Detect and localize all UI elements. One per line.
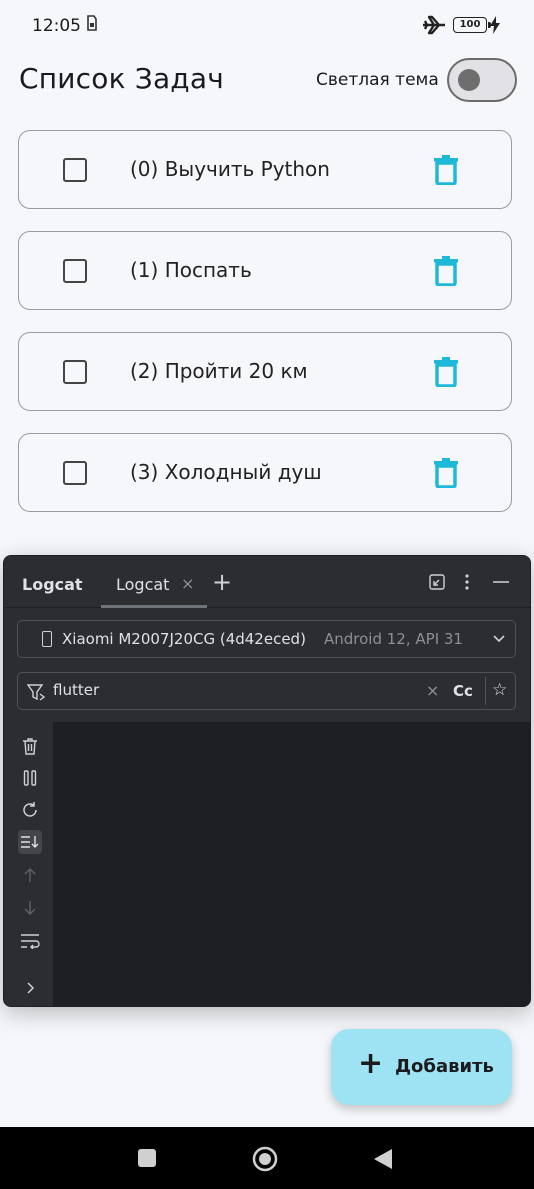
task-card: (2) Пройти 20 км xyxy=(18,332,512,411)
charging-icon xyxy=(490,16,500,34)
page-title: Список Задач xyxy=(19,62,224,95)
task-label: (0) Выучить Python xyxy=(130,157,330,181)
task-label: (2) Пройти 20 км xyxy=(130,359,308,383)
logcat-header: Logcat Logcat × + xyxy=(4,556,530,608)
task-label: (3) Холодный душ xyxy=(130,460,322,484)
minimize-icon[interactable] xyxy=(492,573,510,591)
logcat-toolbar xyxy=(4,722,53,1006)
divider xyxy=(485,677,486,705)
home-icon[interactable] xyxy=(252,1146,278,1172)
scroll-to-end-icon[interactable] xyxy=(18,830,42,854)
delete-icon[interactable] xyxy=(432,155,460,185)
task-card: (0) Выучить Python xyxy=(18,130,512,209)
theme-switch-label: Светлая тема xyxy=(316,70,439,90)
arrow-down-icon[interactable] xyxy=(18,896,42,920)
airplane-mode-icon xyxy=(423,15,445,35)
app-bar: Список Задач Светлая тема xyxy=(0,52,534,108)
logcat-title: Logcat xyxy=(22,575,83,594)
recents-icon[interactable] xyxy=(137,1148,157,1168)
task-checkbox[interactable] xyxy=(63,360,87,384)
phone-icon xyxy=(42,631,52,647)
logcat-tab-label: Logcat xyxy=(116,575,170,594)
status-time: 12:05 xyxy=(32,16,81,36)
filter-input[interactable]: flutter × Cc ☆ xyxy=(17,672,516,710)
match-case-toggle[interactable]: Cc xyxy=(453,682,473,700)
tab-close-icon[interactable]: × xyxy=(181,574,194,593)
logcat-panel: Logcat Logcat × + Xiaomi M2007J20CG (4d4… xyxy=(3,555,531,1007)
chevron-down-icon xyxy=(493,635,505,643)
filter-icon xyxy=(27,684,46,701)
device-api: Android 12, API 31 xyxy=(324,630,463,648)
switch-knob xyxy=(458,69,480,91)
task-checkbox[interactable] xyxy=(63,158,87,182)
system-nav-bar xyxy=(0,1127,534,1189)
soft-wrap-icon[interactable] xyxy=(18,929,42,953)
delete-icon[interactable] xyxy=(432,357,460,387)
delete-icon[interactable] xyxy=(432,256,460,286)
device-name: Xiaomi M2007J20CG (4d42eced) xyxy=(62,630,306,648)
logcat-tab[interactable]: Logcat × xyxy=(101,556,207,608)
filter-text[interactable]: flutter xyxy=(53,681,99,699)
task-card: (1) Поспать xyxy=(18,231,512,310)
task-checkbox[interactable] xyxy=(63,259,87,283)
restore-window-icon[interactable] xyxy=(428,573,446,591)
arrow-up-icon[interactable] xyxy=(18,863,42,887)
add-tab-icon[interactable]: + xyxy=(212,568,232,596)
battery-icon: 100 xyxy=(453,17,491,33)
sim-card-icon xyxy=(87,15,97,31)
status-bar: 12:05 100 xyxy=(0,0,534,52)
back-icon[interactable] xyxy=(372,1147,394,1171)
more-options-icon[interactable] xyxy=(462,573,472,591)
add-task-label: Добавить xyxy=(395,1056,494,1077)
task-card: (3) Холодный душ xyxy=(18,433,512,512)
favorite-star-icon[interactable]: ☆ xyxy=(492,680,507,700)
chevron-right-icon[interactable] xyxy=(18,976,42,1000)
theme-toggle-switch[interactable] xyxy=(447,58,517,102)
plus-icon: + xyxy=(358,1046,384,1081)
add-task-button[interactable]: + Добавить xyxy=(331,1029,512,1105)
logcat-output[interactable] xyxy=(53,722,530,1006)
clear-logcat-icon[interactable] xyxy=(18,734,42,758)
clear-filter-icon[interactable]: × xyxy=(426,681,439,700)
delete-icon[interactable] xyxy=(432,458,460,488)
task-checkbox[interactable] xyxy=(63,461,87,485)
device-selector[interactable]: Xiaomi M2007J20CG (4d42eced) Android 12,… xyxy=(17,620,516,658)
pause-icon[interactable] xyxy=(18,766,42,790)
task-label: (1) Поспать xyxy=(130,258,252,282)
restart-icon[interactable] xyxy=(18,798,42,822)
